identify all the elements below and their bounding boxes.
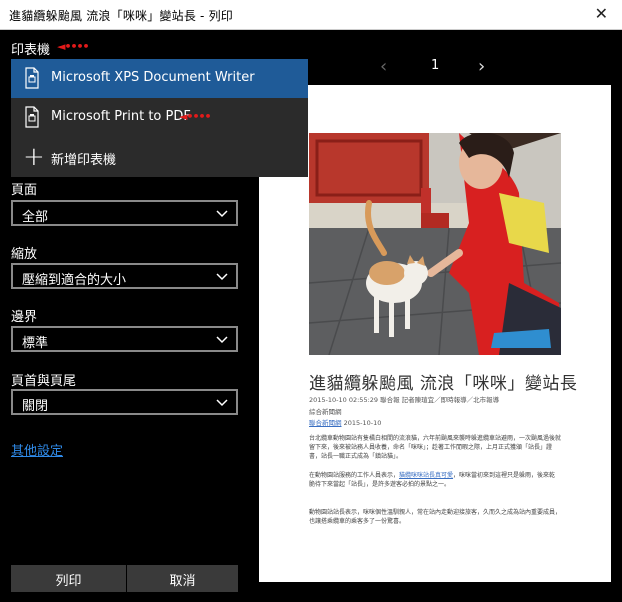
chevron-down-icon: [216, 210, 228, 218]
cancel-button[interactable]: 取消: [127, 565, 238, 592]
scale-label: 縮放: [11, 247, 38, 262]
article-paragraph-text: 在動物園站服務的工作人員表示，: [309, 472, 400, 479]
margins-select[interactable]: 標準: [11, 326, 238, 352]
pages-value: 全部: [22, 210, 49, 225]
pages-label: 頁面: [11, 183, 38, 198]
header-footer-label: 頁首與頁尾: [11, 374, 77, 389]
annotation-arrow-icon: ◄••••: [179, 110, 212, 123]
article-category-link[interactable]: 聯合新聞網: [309, 419, 342, 427]
printer-option-label: 新增印表機: [51, 153, 117, 168]
margins-label: 邊界: [11, 310, 38, 325]
chevron-down-icon: [216, 273, 228, 281]
article-title: 進貓纜躲颱風 流浪「咪咪」變站長: [309, 374, 578, 394]
print-button[interactable]: 列印: [11, 565, 126, 592]
preview-page: 進貓纜躲颱風 流浪「咪咪」變站長 2015-10-10 02:55:29 聯合報…: [259, 85, 611, 582]
printer-option-xps[interactable]: Microsoft XPS Document Writer: [11, 59, 308, 98]
article-paragraph: 台北纜車動物園站有隻橘白相間的流浪貓，六年前颱風來襲時躲進纜車站避雨，一次颱風過…: [309, 435, 562, 460]
printer-option-pdf[interactable]: Microsoft Print to PDF ◄••••: [11, 98, 308, 137]
page-number: 1: [431, 58, 440, 73]
printer-option-label: Microsoft XPS Document Writer: [51, 70, 255, 85]
printer-label: 印表機: [11, 43, 51, 58]
annotation-arrow-icon: ◄••••: [57, 40, 90, 53]
chevron-down-icon: [216, 399, 228, 407]
chevron-down-icon: [216, 336, 228, 344]
article-category: 綜合新聞網: [309, 408, 342, 416]
cat-photo: [309, 133, 561, 355]
article-meta: 2015-10-10 02:55:29 聯合報 記者陳瑄宜／即時報導／北市報導: [309, 396, 500, 404]
printer-document-icon: [25, 67, 39, 89]
next-page-icon[interactable]: ›: [478, 56, 485, 77]
more-settings-link[interactable]: 其他設定: [11, 440, 63, 459]
printer-dropdown: Microsoft XPS Document Writer Microsoft …: [11, 59, 308, 177]
close-icon[interactable]: ✕: [595, 5, 608, 23]
printer-document-icon: [25, 106, 39, 128]
margins-value: 標準: [22, 336, 49, 351]
printer-option-add[interactable]: + 新增印表機: [11, 138, 308, 177]
previous-page-icon[interactable]: ‹: [380, 56, 387, 77]
scale-value: 壓縮到適合的大小: [22, 273, 127, 288]
printer-option-label: Microsoft Print to PDF: [51, 109, 191, 124]
article-source-line: 聯合新聞網 2015-10-10: [309, 417, 381, 427]
article-inline-link[interactable]: 貓纜咪咪站長真可愛: [399, 472, 453, 479]
pages-select[interactable]: 全部: [11, 200, 238, 226]
article-date: 2015-10-10: [343, 419, 382, 427]
window-titlebar: 進貓纜躲颱風 流浪「咪咪」變站長 - 列印 ✕: [0, 0, 622, 30]
window-title: 進貓纜躲颱風 流浪「咪咪」變站長 - 列印: [9, 9, 233, 23]
article-paragraph: 動物園站站長表示，咪咪個性溫馴親人，常在站內走動迎接旅客，久而久之成為站內重要成…: [309, 509, 562, 525]
header-footer-select[interactable]: 關閉: [11, 389, 238, 415]
plus-icon: +: [23, 142, 45, 172]
header-footer-value: 關閉: [22, 399, 49, 414]
scale-select[interactable]: 壓縮到適合的大小: [11, 263, 238, 289]
article-paragraph: 在動物園站服務的工作人員表示，貓纜咪咪站長真可愛，咪咪當初來到這裡只是躲雨，後來…: [309, 471, 561, 489]
